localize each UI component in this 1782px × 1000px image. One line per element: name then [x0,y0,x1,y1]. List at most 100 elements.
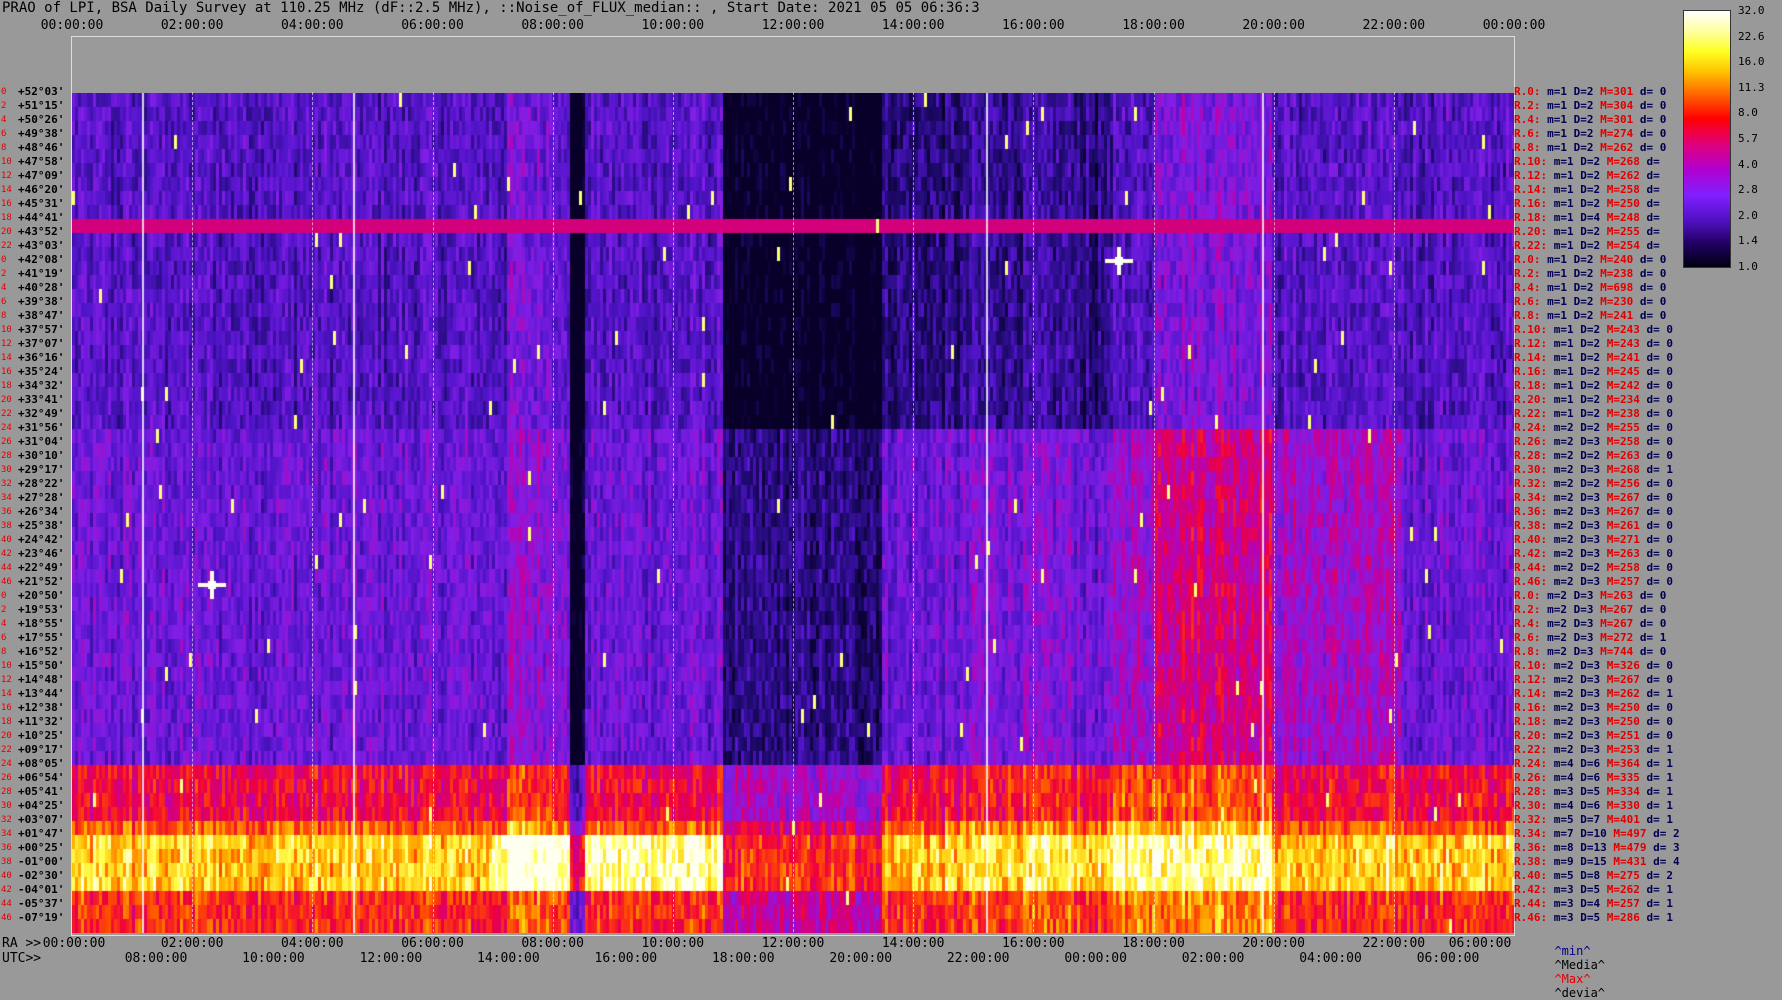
colorbar [1683,10,1731,268]
declination-label: +37°57' [18,323,65,336]
beam-stat-row: R.20: m=1 D=2 M=255 d= [1514,225,1667,238]
beam-stat-row: R.8: m=2 D=3 M=744 d= 0 [1514,645,1667,658]
beam-stat-row: R.10: m=1 D=2 M=268 d= [1514,155,1667,168]
declination-label: +05°41' [18,785,65,798]
beam-stat-row: R.6: m=1 D=2 M=274 d= 0 [1514,127,1667,140]
beam-stat-row: R.6: m=1 D=2 M=230 d= 0 [1514,295,1667,308]
beam-stat-row: R.24: m=2 D=2 M=255 d= 0 [1514,421,1673,434]
row-index-label: 12 [1,171,12,181]
declination-label: +44°41' [18,211,65,224]
row-index-label: 8 [1,311,7,321]
beam-stat-row: R.38: m=9 D=15 M=431 d= 4 [1514,855,1680,868]
row-index-label: 22 [1,241,12,251]
beam-stat-row: R.44: m=3 D=4 M=257 d= 1 [1514,897,1673,910]
row-index-label: 20 [1,395,12,405]
time-gridline [1153,92,1155,932]
colorbar-tick-label: 2.0 [1738,208,1758,222]
beam-stat-row: R.12: m=2 D=3 M=267 d= 0 [1514,673,1673,686]
row-index-label: 10 [1,157,12,167]
utc-tick-label: 04:00:00 [1299,951,1362,966]
row-index-label: 6 [1,129,7,139]
declination-label: +08°05' [18,757,65,770]
beam-stat-row: R.2: m=1 D=2 M=238 d= 0 [1514,267,1667,280]
beam-stat-row: R.20: m=2 D=3 M=251 d= 0 [1514,729,1673,742]
beam-stat-row: R.2: m=1 D=2 M=304 d= 0 [1514,99,1667,112]
declination-label: +32°49' [18,407,65,420]
declination-label: +26°34' [18,505,65,518]
row-index-label: 28 [1,787,12,797]
declination-label: +30°10' [18,449,65,462]
row-index-label: 30 [1,465,12,475]
beam-stat-row: R.10: m=1 D=2 M=243 d= 0 [1514,323,1673,336]
row-index-label: 8 [1,143,7,153]
colorbar-tick-label: 1.0 [1738,260,1758,273]
declination-label: +17°55' [18,631,65,644]
row-index-label: 12 [1,675,12,685]
colorbar-tick-label: 11.3 [1738,80,1765,94]
row-index-label: 2 [1,101,7,111]
ra-tick-label: 14:00:00 [881,936,945,951]
row-index-label: 16 [1,367,12,377]
time-gridline [1273,92,1275,932]
declination-label: -04°01' [18,883,65,896]
declination-label: +50°26' [18,113,65,126]
declination-label: +39°38' [18,295,65,308]
declination-label: +49°38' [18,127,65,140]
beam-stat-row: R.18: m=1 D=4 M=248 d= [1514,211,1667,224]
row-index-label: 6 [1,633,7,643]
top-tick-label: 20:00:00 [1242,18,1305,33]
beam-stat-row: R.16: m=2 D=3 M=250 d= 0 [1514,701,1673,714]
declination-label: +40°28' [18,281,65,294]
beam-stat-row: R.22: m=1 D=2 M=238 d= 0 [1514,407,1673,420]
declination-label: +22°49' [18,561,65,574]
row-index-label: 18 [1,213,12,223]
ra-tick-label: 18:00:00 [1122,936,1185,951]
row-index-label: 44 [1,563,12,573]
beam-stat-row: R.18: m=1 D=2 M=242 d= 0 [1514,379,1673,392]
declination-label: -02°30' [18,869,65,882]
declination-label: +24°42' [18,533,65,546]
row-index-label: 38 [1,857,12,867]
beam-stat-row: R.32: m=2 D=2 M=256 d= 0 [1514,477,1673,490]
top-tick-label: 22:00:00 [1362,18,1426,33]
declination-label: +19°53' [18,603,65,616]
row-index-label: 22 [1,409,12,419]
time-gridline [432,92,434,932]
beam-stat-row: R.36: m=2 D=3 M=267 d= 0 [1514,505,1673,518]
declination-label: +06°54' [18,771,65,784]
ra-tick-label: 08:00:00 [521,936,584,951]
declination-label: +31°56' [18,421,65,434]
colorbar-tick-label: 1.4 [1738,234,1758,248]
row-index-label: 42 [1,885,12,895]
top-tick-label: 12:00:00 [761,18,825,33]
row-index-label: 16 [1,199,12,209]
beam-stat-row: R.28: m=2 D=2 M=263 d= 0 [1514,449,1673,462]
ra-tick-label: 06:00:00 [401,936,464,951]
declination-label: +51°15' [18,99,65,112]
beam-stat-row: R.10: m=2 D=3 M=326 d= 0 [1514,659,1673,672]
row-index-label: 0 [1,591,7,601]
time-gridline [793,92,794,932]
beam-stat-row: R.30: m=2 D=3 M=268 d= 1 [1514,463,1673,476]
beam-stat-row: R.24: m=4 D=6 M=364 d= 1 [1514,757,1673,770]
declination-label: +28°22' [18,477,65,490]
beam-stat-row: R.28: m=3 D=5 M=334 d= 1 [1514,785,1673,798]
declination-label: +31°04' [18,435,65,448]
declination-label: +15°50' [18,659,65,672]
row-index-label: 24 [1,423,12,433]
time-gridline [1033,92,1035,932]
beam-stat-row: R.4: m=1 D=2 M=698 d= 0 [1514,281,1667,294]
legend-devia: ^devia^ [1554,986,1606,1000]
ra-tick-label: 06:00:00 [1448,936,1512,951]
declination-label: +10°25' [18,729,65,742]
beam-stat-row: R.38: m=2 D=3 M=261 d= 0 [1514,519,1673,532]
ra-tick-label: 20:00:00 [1242,936,1305,951]
declination-label: +11°32' [18,715,65,728]
row-index-label: 44 [1,899,12,909]
declination-label: +27°28' [18,491,65,504]
top-tick-label: 00:00:00 [1482,18,1546,33]
row-index-label: 22 [1,745,12,755]
declination-label: +13°44' [18,687,65,700]
declination-label: +36°16' [18,351,65,364]
row-index-label: 46 [1,577,12,587]
